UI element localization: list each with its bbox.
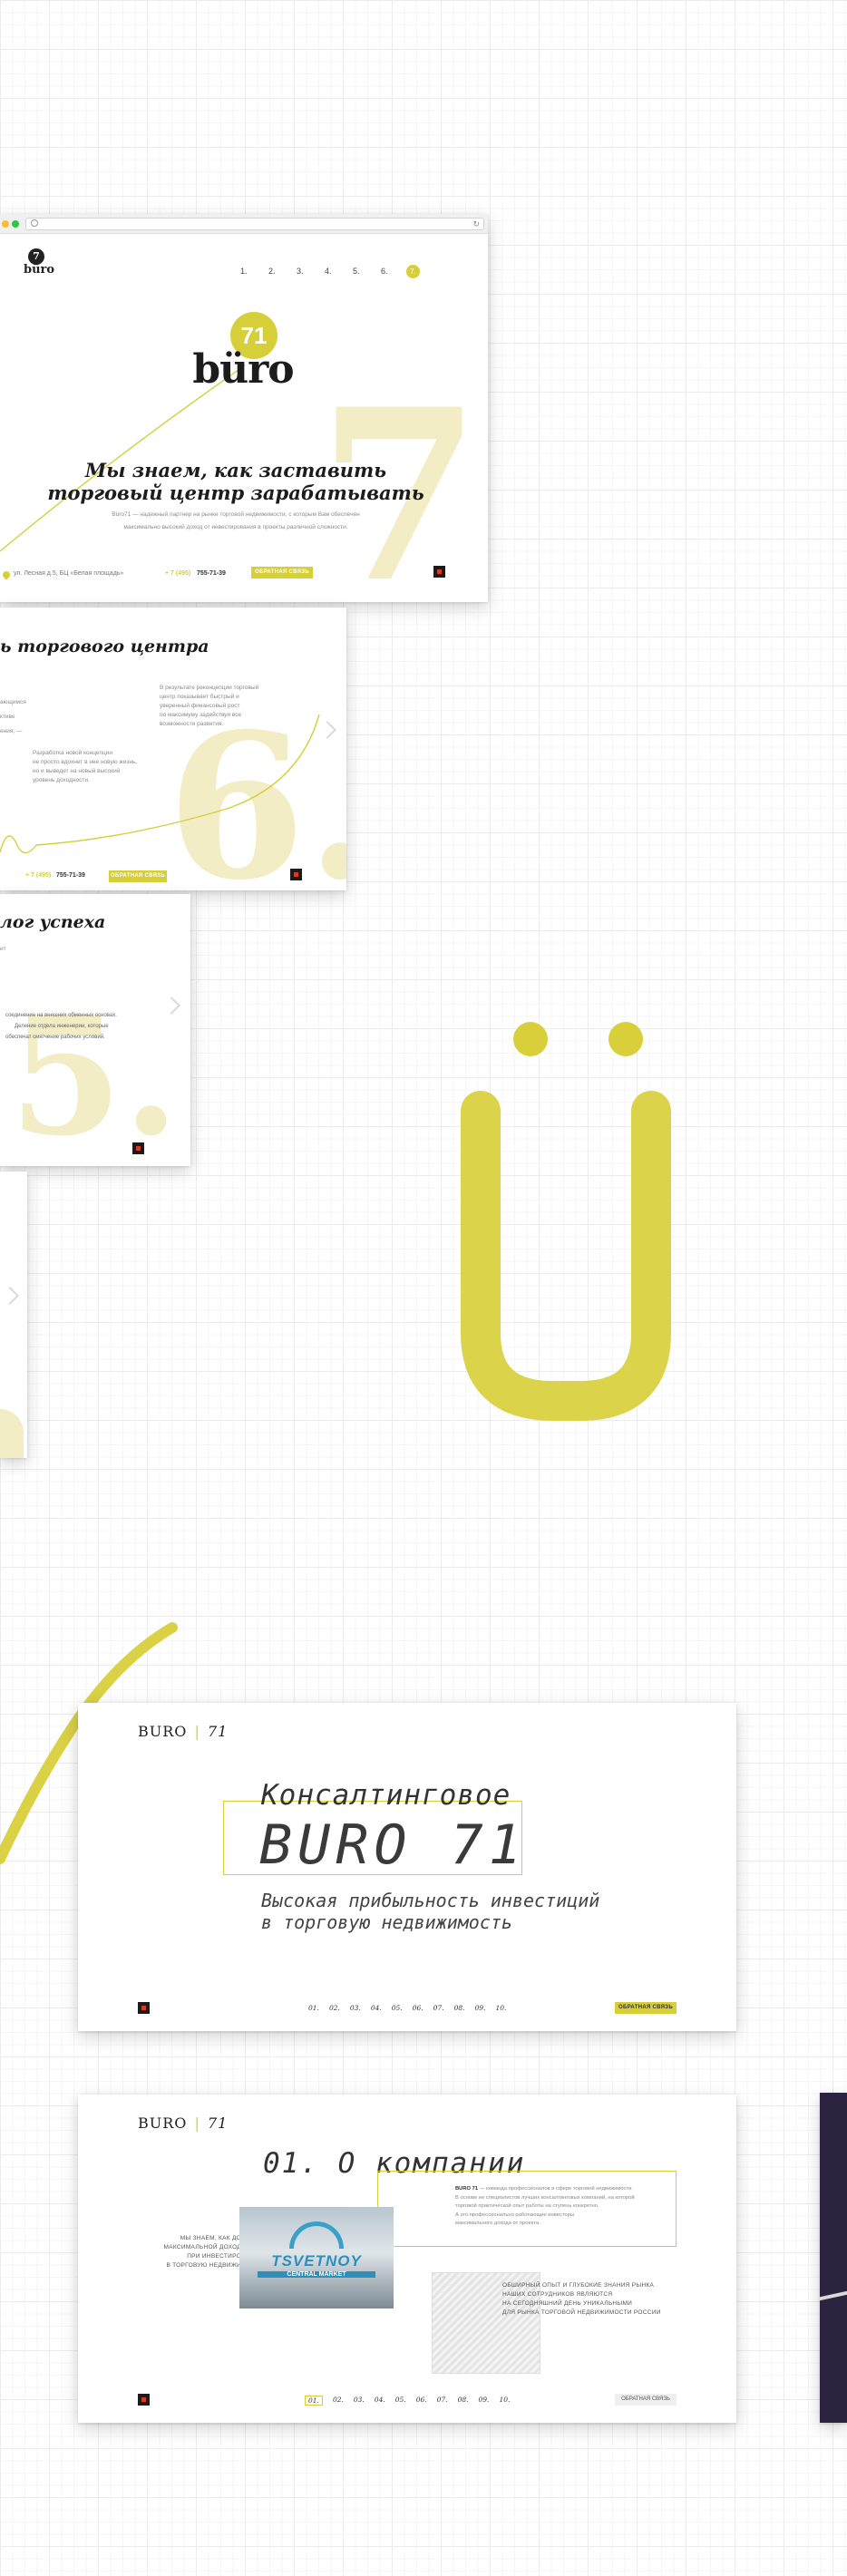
umlaut-decoration — [461, 1022, 671, 1421]
search-icon — [31, 219, 38, 227]
slide-hero: 7. 7 büro 1. 2. 3. 4. 5. 6. 7. 71 büro М… — [0, 234, 488, 602]
text-left-c: ения, — — [0, 728, 23, 734]
text-right: В результате реконцепции торговый центр … — [160, 685, 259, 728]
page-link-07[interactable]: 07. — [437, 2396, 448, 2406]
nav-item-2[interactable]: 2. — [268, 267, 276, 276]
phone-number[interactable]: 755-71-39 — [56, 872, 85, 879]
hero-logo-word: büro — [192, 346, 294, 393]
slide-heading: лог успеха — [0, 912, 106, 932]
page-link-05[interactable]: 05. — [392, 2004, 403, 2012]
hero-description: Büro71 — надежный партнер на рынке торго… — [112, 511, 360, 530]
page-link-09[interactable]: 09. — [475, 2004, 486, 2012]
page-link-02[interactable]: 02. — [329, 2004, 340, 2012]
page-link-03[interactable]: 03. — [354, 2396, 365, 2406]
phone-prefix: + 7 (495) — [165, 570, 191, 577]
building-logo-icon — [289, 2221, 344, 2249]
brand-logo[interactable]: BURO | 71 — [138, 2114, 228, 2132]
intro-text: МЫ ЗНАЕМ, КАК ДО МАКСИМАЛЬНОЙ ДОХОД ПРИ … — [163, 2235, 241, 2269]
menu-toggle-button[interactable] — [132, 1142, 144, 1154]
logo[interactable]: 7 büro — [24, 248, 54, 277]
nav-item-6[interactable]: 6. — [381, 267, 388, 276]
slide-6-card: 6. ь торгового центра ающимся ктиве ения… — [0, 608, 346, 890]
divider-line — [820, 2290, 847, 2301]
page-link-08[interactable]: 08. — [458, 2396, 469, 2406]
slide-5-card: 5. лог успеха ит соединение на внешних о… — [0, 894, 190, 1166]
browser-toolbar: ↻ — [0, 214, 488, 234]
nav-item-3[interactable]: 3. — [297, 267, 304, 276]
nav-item-5[interactable]: 5. — [353, 267, 360, 276]
text-left-a: ающимся — [0, 699, 26, 705]
page-link-07[interactable]: 07. — [433, 2004, 444, 2012]
feedback-button[interactable]: ОБРАТНАЯ СВЯЗЬ — [615, 2002, 677, 2014]
window-maximize-icon[interactable] — [12, 220, 19, 228]
page-link-10[interactable]: 10. — [499, 2396, 510, 2406]
menu-toggle-button[interactable] — [433, 566, 445, 578]
experience-text: ОБШИРНЫЙ ОПЫТ И ГЛУБОКИЕ ЗНАНИЯ РЫНКА НА… — [502, 2282, 661, 2316]
dark-slide-card — [820, 2093, 847, 2423]
menu-toggle-button[interactable] — [290, 869, 302, 880]
page-link-04[interactable]: 04. — [371, 2004, 382, 2012]
text-left-b: ктиве — [0, 714, 15, 720]
slide-title-card: BURO | 71 Консалтинговое BURO 71 Высокая… — [78, 1703, 736, 2031]
slide-about-card: BURO | 71 01. О компании BURO 71 — коман… — [78, 2095, 736, 2423]
address-bar[interactable]: ↻ — [25, 218, 484, 230]
page-link-02[interactable]: 02. — [333, 2396, 344, 2406]
browser-window: ↻ 7. 7 büro 1. 2. 3. 4. 5. 6. 7. 71 büro — [0, 214, 488, 602]
page-link-01[interactable]: 01. — [308, 2004, 319, 2012]
slide-4-card — [0, 1171, 27, 1458]
page-pagination: 01. 02. 03. 04. 05. 06. 07. 08. 09. 10. — [305, 2396, 520, 2406]
window-minimize-icon[interactable] — [2, 220, 9, 228]
nav-item-7-active[interactable]: 7. — [406, 265, 420, 278]
hero-heading: Мы знаем, как заставить торговый центр з… — [47, 459, 424, 504]
page-link-08[interactable]: 08. — [454, 2004, 465, 2012]
page-pagination: 01. 02. 03. 04. 05. 06. 07. 08. 09. 10. — [308, 2004, 516, 2012]
slide-nav: 1. 2. 3. 4. 5. 6. 7. — [240, 265, 431, 279]
subtitle: Высокая прибыльность инвестиций в торгов… — [261, 1890, 600, 1933]
page-link-04[interactable]: 04. — [375, 2396, 385, 2406]
company-description: BURO 71 — команда профессионалов в сфере… — [455, 2186, 635, 2226]
text-block: соединение на внешних обменных основах. … — [5, 1013, 117, 1040]
phone-number[interactable]: 755-71-39 — [197, 570, 226, 577]
text-mid: Разработка новой концепции не просто вдо… — [33, 750, 138, 784]
page-link-01-active[interactable]: 01. — [305, 2396, 323, 2406]
phone-prefix: + 7 (495) — [25, 872, 52, 879]
slide-heading: ь торгового центра — [0, 637, 209, 656]
menu-toggle-button[interactable] — [138, 2394, 150, 2406]
page-link-05[interactable]: 05. — [395, 2396, 406, 2406]
title-line-1: Консалтинговое — [261, 1779, 511, 1812]
tsvetnoy-photo: TSVETNOY CENTRAL MARKET — [239, 2207, 394, 2309]
reload-icon[interactable]: ↻ — [472, 219, 480, 229]
page-link-10[interactable]: 10. — [495, 2004, 506, 2012]
brand-logo[interactable]: BURO | 71 — [138, 1723, 228, 1740]
slide-number-watermark — [0, 1409, 24, 1458]
feedback-button[interactable]: ОБРАТНАЯ СВЯЗЬ — [251, 567, 313, 578]
page-link-06[interactable]: 06. — [416, 2396, 427, 2406]
nav-item-1[interactable]: 1. — [240, 267, 248, 276]
title-big: BURO 71 — [259, 1813, 527, 1877]
feedback-button[interactable]: ОБРАТНАЯ СВЯЗЬ — [109, 870, 167, 882]
feedback-button[interactable]: ОБРАТНАЯ СВЯЗЬ — [615, 2394, 677, 2406]
growth-curve — [0, 365, 246, 552]
text-a: ит — [0, 946, 6, 952]
next-slide-arrow[interactable] — [1, 1287, 19, 1305]
nav-item-4[interactable]: 4. — [325, 267, 332, 276]
address-text: ул. Лесная д.5, БЦ «Белая площадь» — [14, 570, 124, 577]
page-link-09[interactable]: 09. — [479, 2396, 490, 2406]
page-link-06[interactable]: 06. — [413, 2004, 424, 2012]
page-link-03[interactable]: 03. — [350, 2004, 361, 2012]
menu-toggle-button[interactable] — [138, 2002, 150, 2014]
